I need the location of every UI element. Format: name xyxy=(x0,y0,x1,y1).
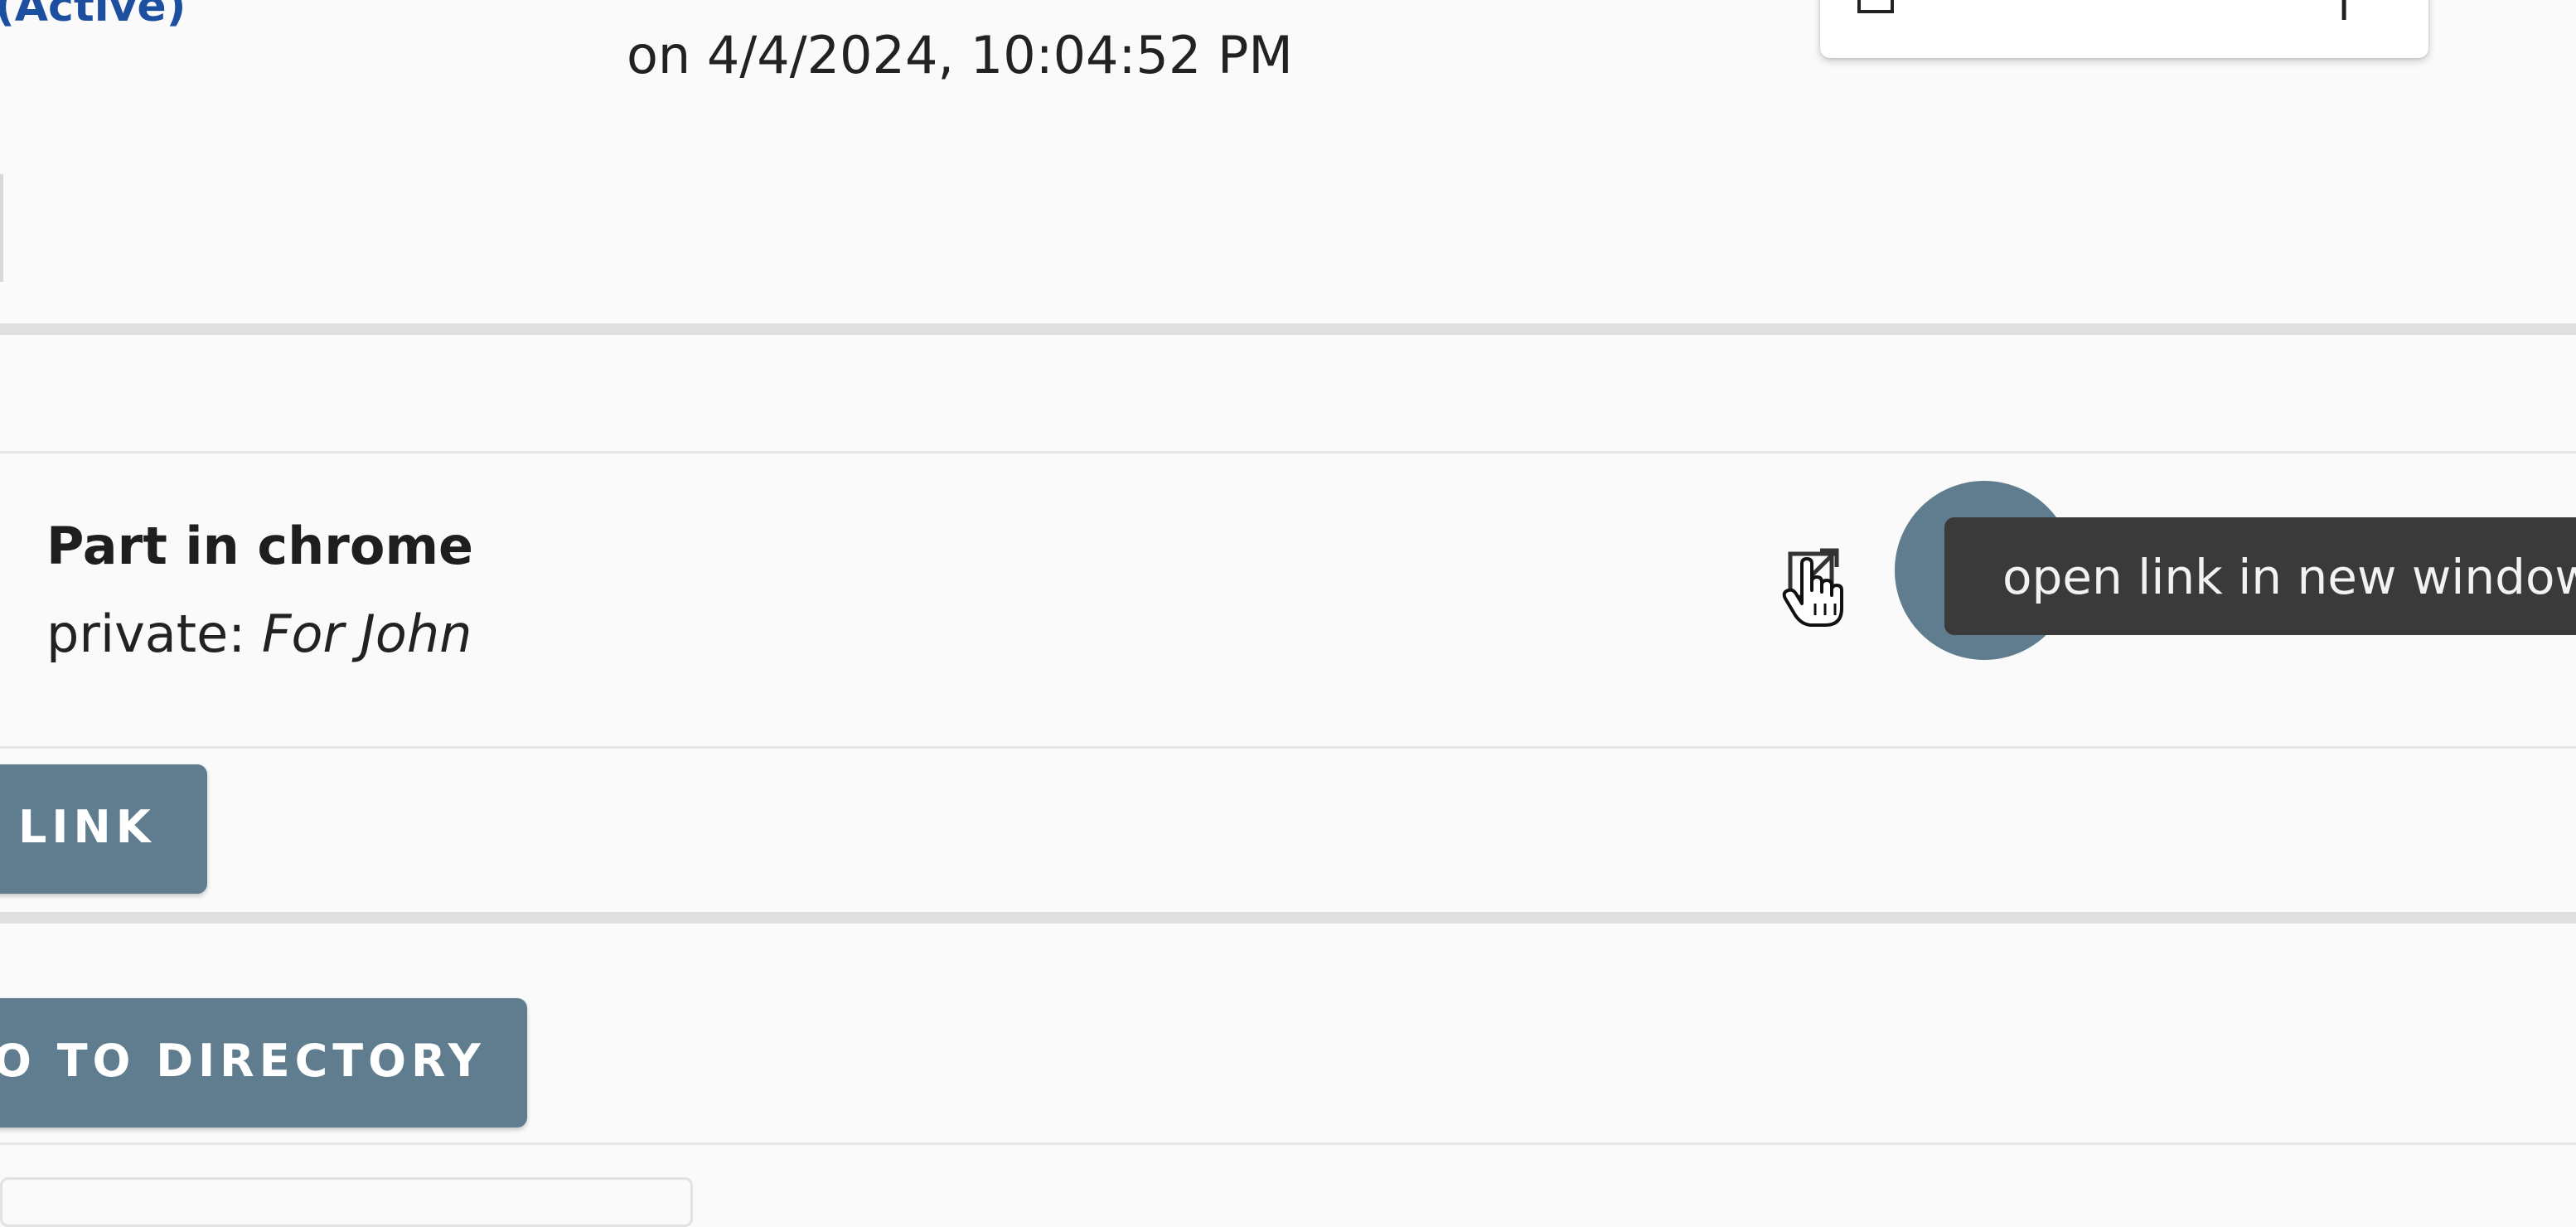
add-link-label: LINK xyxy=(18,801,156,853)
section-divider xyxy=(0,1142,2576,1145)
link-title: Part in chrome xyxy=(46,516,474,576)
add-link-button[interactable]: LINK xyxy=(0,764,207,894)
tooltip: open link in new window xyxy=(1944,517,2576,635)
go-to-directory-label: O TO DIRECTORY xyxy=(0,1035,486,1087)
hand-cursor-icon xyxy=(1782,557,1843,627)
go-to-directory-button[interactable]: O TO DIRECTORY xyxy=(0,998,527,1128)
updated-timestamp: on 4/4/2024, 10:04:52 PM xyxy=(627,25,1293,85)
share-icon xyxy=(1857,0,1894,13)
section-divider xyxy=(0,323,2576,335)
plus-icon: | xyxy=(2336,0,2352,17)
section-divider xyxy=(0,912,2576,924)
status-label: (Active) xyxy=(0,0,186,32)
link-visibility: private: xyxy=(46,604,262,664)
partial-card xyxy=(0,1177,693,1227)
link-subtitle: private: For John xyxy=(46,604,472,664)
sharelinks-button[interactable]: SHARELINKS | xyxy=(1820,0,2428,58)
section-edge xyxy=(0,174,3,282)
list-divider xyxy=(0,746,2576,749)
tooltip-text: open link in new window xyxy=(2002,549,2576,605)
sharelinks-label: SHARELINKS xyxy=(1946,0,2318,9)
list-divider xyxy=(0,451,2576,453)
link-note: For John xyxy=(261,604,472,664)
